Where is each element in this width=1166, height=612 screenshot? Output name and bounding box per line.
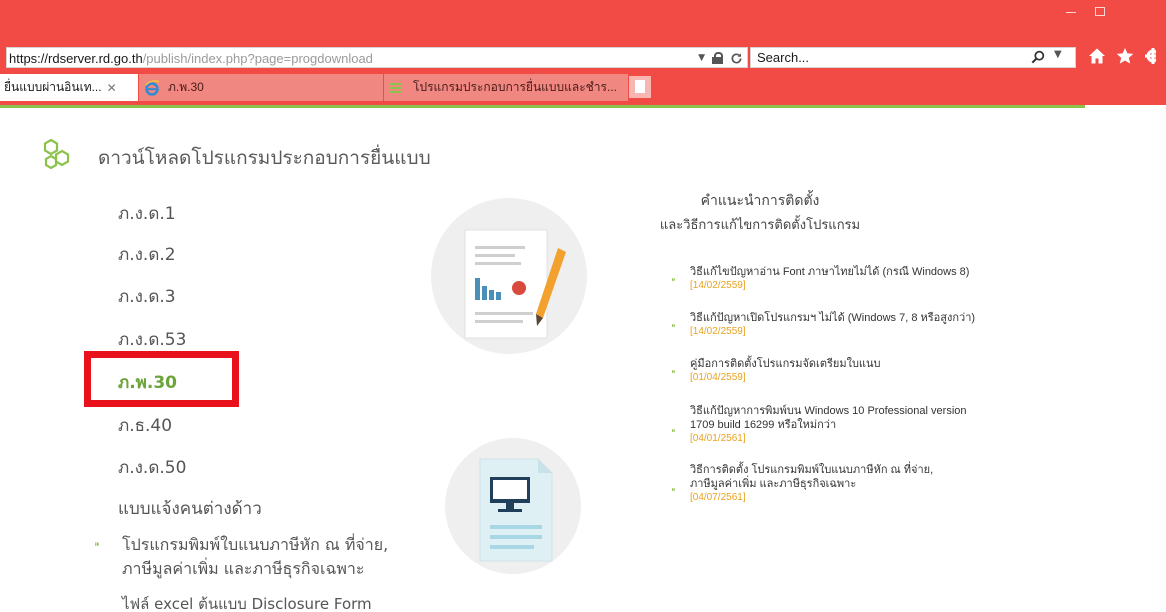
page-icon [390, 82, 402, 93]
guide-item-font-fix[interactable]: วิธีแก้ไขปัญหาอ่าน Font ภาษาไทยไม่ได้ (ก… [690, 265, 969, 293]
ie-icon [145, 79, 160, 96]
tab-efiling[interactable]: ยื่นแบบผ่านอินเท... ✕ [0, 74, 138, 101]
guide-item-install-manual[interactable]: คู่มือการติดตั้งโปรแกรมจัดเตรียมใบแนบ [0… [690, 357, 881, 385]
guide-item-title-line2[interactable]: 1709 build 16299 หรือใหม่กว่า [690, 419, 836, 431]
address-dropdown-icon[interactable]: ▼ [698, 53, 705, 63]
tab-label: ภ.พ.30 [168, 80, 204, 94]
form-link-pnd3[interactable]: ภ.ง.ด.3 [118, 283, 176, 310]
guide-title-line1: คำแนะนำการติดตั้ง [700, 193, 820, 209]
url-host: https://rdserver.rd.go.th [9, 51, 143, 66]
tab-label: ยื่นแบบผ่านอินเท... [4, 80, 102, 94]
tab-program[interactable]: โปรแกรมประกอบการยื่นแบบและชำร... [384, 74, 628, 101]
guide-bullet-icon: ⁍ [671, 321, 676, 332]
home-icon[interactable] [1088, 47, 1106, 65]
tab-label: โปรแกรมประกอบการยื่นแบบและชำร... [413, 80, 617, 94]
guide-item-date: [01/04/2559] [690, 372, 746, 383]
guide-item-title[interactable]: วิธีแก้ไขปัญหาอ่าน Font ภาษาไทยไม่ได้ (ก… [690, 266, 969, 278]
excel-file-link[interactable]: ไฟล์ excel ต้นแบบ Disclosure Form [122, 592, 372, 612]
guide-bullet-icon: ⁍ [671, 485, 676, 496]
address-icons: ▼ [698, 50, 743, 66]
page-accent-line [0, 105, 1085, 108]
foreign-worker-form-link[interactable]: แบบแจ้งคนต่างด้าว [118, 495, 262, 522]
search-input[interactable] [757, 49, 1007, 66]
form-link-pnd50[interactable]: ภ.ง.ด.50 [118, 454, 186, 481]
guide-title-line2: และวิธีการแก้ไขการติดตั้งโปรแกรม [659, 218, 861, 233]
guide-bullet-icon: ⁍ [671, 426, 676, 437]
new-tab-icon [635, 80, 645, 93]
guide-item-install-program[interactable]: วิธีการติดตั้ง โปรแกรมพิมพ์ใบแนบภาษีหัก … [690, 463, 933, 505]
guide-item-date: [04/01/2561] [690, 433, 746, 444]
minimize-icon[interactable] [1066, 12, 1076, 13]
form-link-pnd1[interactable]: ภ.ง.ด.1 [118, 200, 176, 227]
program-link-line2[interactable]: ภาษีมูลค่าเพิ่ม และภาษีธุรกิจเฉพาะ [122, 557, 364, 582]
lock-icon[interactable] [712, 52, 723, 64]
guide-item-date: [14/02/2559] [690, 326, 746, 337]
guide-item-title[interactable]: วิธีแก้ปัญหาเปิดโปรแกรมฯ ไม่ได้ (Windows… [690, 312, 975, 324]
address-bar[interactable]: https://rdserver.rd.go.th/publish/index.… [6, 47, 748, 68]
search-dropdown-icon[interactable]: ▼ [1054, 49, 1062, 60]
browser-titlebar [0, 0, 1166, 44]
guide-bullet-icon: ⁍ [671, 275, 676, 286]
guide-item-date: [04/07/2561] [690, 492, 746, 503]
search-icon[interactable] [1031, 50, 1045, 64]
maximize-icon[interactable] [1095, 7, 1105, 16]
guide-item-title-line2[interactable]: ภาษีมูลค่าเพิ่ม และภาษีธุรกิจเฉพาะ [690, 478, 856, 490]
form-link-pt40[interactable]: ภ.ธ.40 [118, 412, 172, 439]
guide-bullet-icon: ⁍ [671, 367, 676, 378]
page-title: ดาวน์โหลดโปรแกรมประกอบการยื่นแบบ [98, 147, 431, 169]
tab-bar: ยื่นแบบผ่านอินเท... ✕ ภ.พ.30 โปรแกรมประก… [0, 71, 1166, 105]
hexagon-icon [43, 138, 70, 170]
search-box[interactable]: ▼ [750, 47, 1076, 68]
program-link[interactable]: โปรแกรมพิมพ์ใบแนบภาษีหัก ณ ที่จ่าย, [122, 533, 388, 558]
guide-item-title[interactable]: คู่มือการติดตั้งโปรแกรมจัดเตรียมใบแนบ [690, 358, 881, 370]
bullet-icon: ⁍ [94, 538, 100, 552]
guide-item-title[interactable]: วิธีแก้ปัญหาการพิมพ์บน Windows 10 Profes… [690, 405, 967, 417]
refresh-icon[interactable] [730, 52, 743, 65]
address-url[interactable]: https://rdserver.rd.go.th/publish/index.… [9, 51, 373, 66]
guide-item-print-fix[interactable]: วิธีแก้ปัญหาการพิมพ์บน Windows 10 Profes… [690, 404, 967, 446]
browser-nav-icons [1088, 47, 1156, 65]
close-tab-icon[interactable]: ✕ [107, 81, 117, 95]
gear-icon[interactable] [1144, 47, 1156, 65]
highlight-box [84, 351, 239, 407]
guide-item-open-fix[interactable]: วิธีแก้ปัญหาเปิดโปรแกรมฯ ไม่ได้ (Windows… [690, 311, 975, 339]
url-path: /publish/index.php?page=progdownload [142, 51, 373, 66]
monitor-document-illustration [445, 438, 581, 574]
new-tab-button[interactable] [629, 76, 651, 98]
guide-item-date: [14/02/2559] [690, 280, 746, 291]
guide-item-title[interactable]: วิธีการติดตั้ง โปรแกรมพิมพ์ใบแนบภาษีหัก … [690, 464, 933, 476]
browser-toolbar: https://rdserver.rd.go.th/publish/index.… [0, 44, 1166, 71]
form-link-pnd53[interactable]: ภ.ง.ด.53 [118, 326, 186, 353]
form-link-pnd2[interactable]: ภ.ง.ด.2 [118, 241, 176, 268]
tab-pp30[interactable]: ภ.พ.30 [139, 74, 383, 101]
star-icon[interactable] [1116, 47, 1134, 65]
